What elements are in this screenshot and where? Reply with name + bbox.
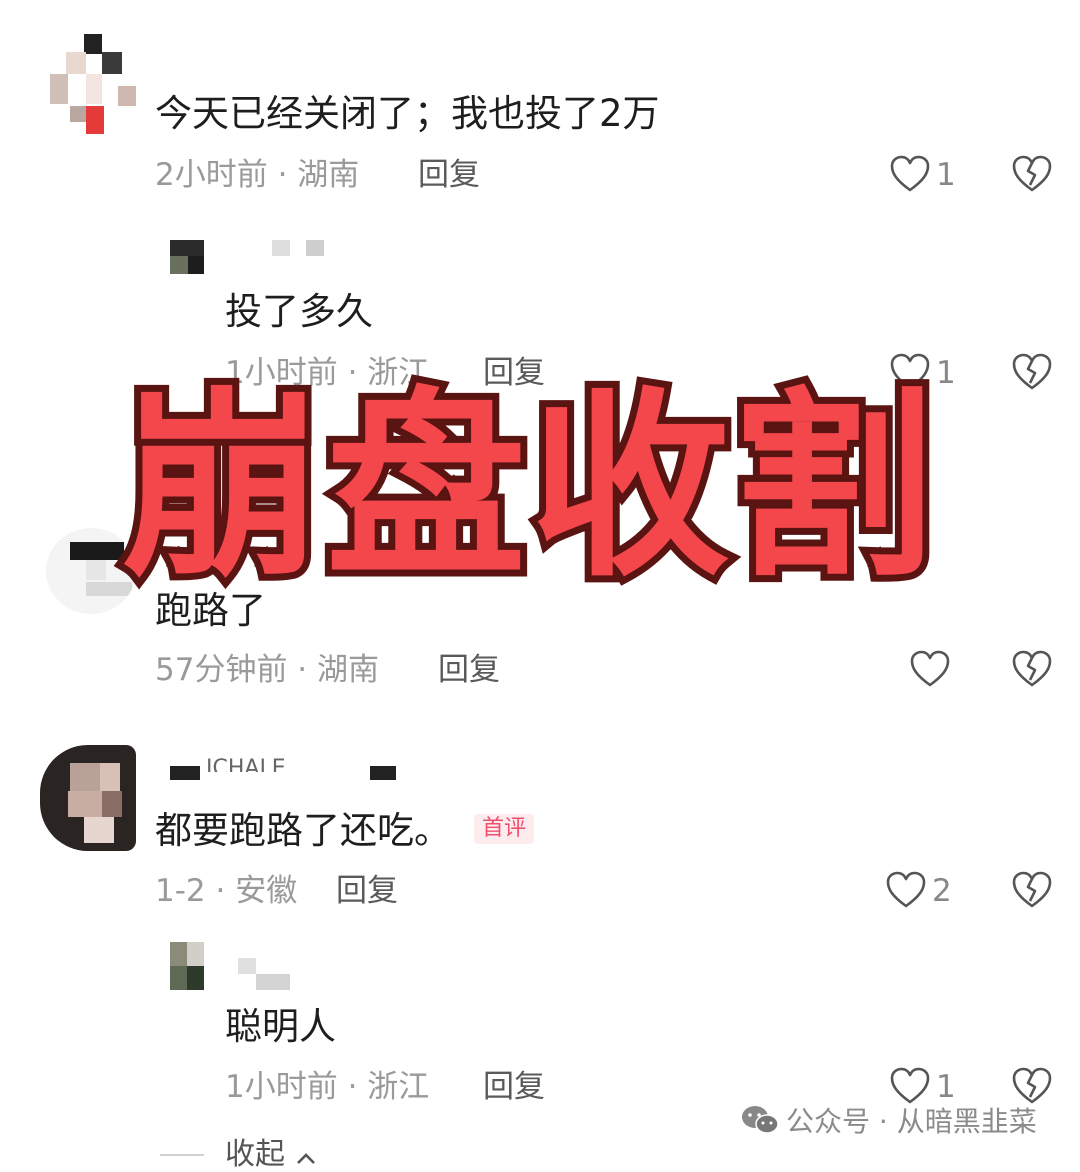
avatar[interactable] <box>50 34 136 134</box>
reply-button[interactable]: 回复 <box>336 876 398 907</box>
like-count: 2 <box>932 873 952 909</box>
comment-meta: 57分钟前 · 湖南 <box>155 652 380 688</box>
like-count: 1 <box>936 157 956 193</box>
reply-avatar[interactable] <box>170 240 204 274</box>
collapse-divider <box>160 1154 204 1156</box>
like-count: 1 <box>936 355 956 391</box>
overlay-title: 崩盘收割 <box>115 371 941 604</box>
reply-avatar[interactable] <box>170 942 204 990</box>
collapse-button[interactable]: 收起 <box>225 1140 317 1171</box>
reply-username-blur <box>238 958 290 990</box>
chevron-up-icon <box>295 1141 317 1171</box>
reply-username-blur <box>272 240 324 256</box>
watermark-text: 公众号 · 从暗黑韭菜 <box>786 1105 1037 1138</box>
first-comment-badge: 首评 <box>474 814 535 844</box>
heart-icon[interactable] <box>886 871 926 909</box>
reply-text: 聪明人 <box>225 1005 336 1048</box>
broken-heart-icon[interactable] <box>1012 1067 1052 1105</box>
broken-heart-icon[interactable] <box>1012 155 1052 193</box>
heart-icon[interactable] <box>910 650 950 688</box>
broken-heart-icon[interactable] <box>1012 353 1052 391</box>
comment-text: 都要跑路了还吃。 <box>155 809 451 852</box>
reply-meta: 1小时前 · 浙江 <box>225 1069 430 1105</box>
broken-heart-icon[interactable] <box>1012 650 1052 688</box>
like-count: 1 <box>936 1069 956 1105</box>
reply-button[interactable]: 回复 <box>438 655 500 686</box>
username[interactable]: ICHALE <box>206 758 286 772</box>
comment-meta: 1-2 · 安徽 <box>155 873 298 909</box>
reply-text: 投了多久 <box>225 290 373 333</box>
reply-button[interactable]: 回复 <box>483 1072 545 1103</box>
avatar[interactable] <box>40 745 136 851</box>
wechat-icon <box>740 1104 780 1140</box>
comment-meta: 2小时前 · 湖南 <box>155 157 360 193</box>
watermark: 公众号 · 从暗黑韭菜 <box>740 1104 1037 1140</box>
reply-button[interactable]: 回复 <box>418 160 480 191</box>
collapse-label: 收起 <box>225 1137 285 1172</box>
heart-icon[interactable] <box>890 155 930 193</box>
heart-icon[interactable] <box>890 1067 930 1105</box>
comment-text: 今天已经关闭了；我也投了2万 <box>155 92 660 135</box>
broken-heart-icon[interactable] <box>1012 871 1052 909</box>
